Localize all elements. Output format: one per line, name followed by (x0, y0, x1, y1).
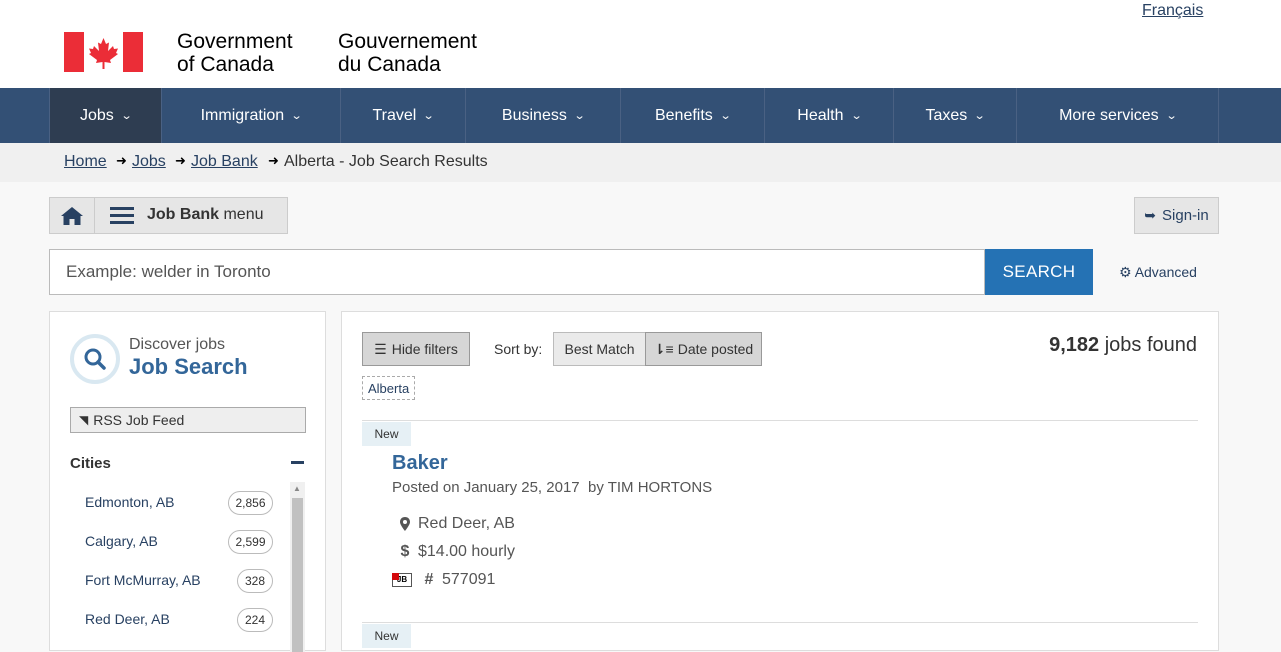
menu-business[interactable]: Business ⌄ (465, 88, 620, 143)
sign-in-icon: ➥ (1144, 207, 1157, 223)
government-of-canada-wordmark: Government of Canada (177, 30, 293, 76)
cities-scrollbar-thumb[interactable] (292, 498, 303, 652)
rss-icon: ◥ (79, 413, 89, 427)
menu-taxes[interactable]: Taxes ⌄ (893, 88, 1016, 143)
hamburger-menu-icon (110, 207, 134, 225)
dollar-icon: $ (400, 543, 410, 560)
city-filter-link[interactable]: Fort McMurray, AB (85, 572, 201, 588)
menu-travel[interactable]: Travel ⌄ (340, 88, 465, 143)
job-search-heading: Job Search (129, 354, 248, 379)
new-badge: New (362, 422, 411, 446)
hash-icon: # (424, 571, 434, 588)
job-salary: $ $14.00 hourly (392, 543, 515, 561)
sign-in-button[interactable]: ➥ Sign-in (1134, 197, 1219, 234)
chevron-down-icon: ⌄ (973, 110, 986, 122)
sort-by-label: Sort by: (494, 341, 543, 357)
sort-date-posted-button[interactable]: ⇂≡ Date posted (645, 332, 762, 366)
job-title-link[interactable]: Baker (392, 452, 448, 475)
menu-more-services[interactable]: More services ⌄ (1016, 88, 1219, 143)
jobs-found-count: 9,182 jobs found (1049, 334, 1197, 356)
job-posted-info: Posted on January 25, 2017 by TIM HORTON… (392, 479, 713, 496)
main-menu-bar: Jobs ⌄ Immigration ⌄ Travel ⌄ Business ⌄ Ben… (0, 88, 1281, 143)
language-toggle-link[interactable]: Français (1142, 2, 1203, 20)
arrow-right-icon: ➜ (268, 153, 279, 168)
collapse-minus-icon[interactable] (291, 461, 304, 464)
menu-health[interactable]: Health ⌄ (764, 88, 893, 143)
new-badge: New (362, 624, 411, 648)
gouvernement-du-canada-wordmark: Gouvernement du Canada (338, 30, 477, 76)
home-icon (61, 206, 83, 225)
discover-jobs-text: Discover jobs (129, 336, 226, 353)
city-filter-link[interactable]: Edmonton, AB (85, 494, 175, 510)
chevron-down-icon: ⌄ (850, 110, 863, 122)
city-filter-link[interactable]: Calgary, AB (85, 533, 158, 549)
job-search-input[interactable] (49, 249, 985, 295)
scroll-up-arrow-icon[interactable]: ▲ (293, 484, 301, 493)
gov-header: Français Government of Canada Gouverneme… (0, 0, 1281, 88)
city-count-badge: 328 (237, 569, 273, 593)
job-location: Red Deer, AB (392, 515, 515, 533)
chevron-down-icon: ⌄ (422, 110, 435, 122)
sort-icon: ⇂≡ (653, 340, 674, 357)
list-icon: ☰ (374, 340, 387, 357)
hide-filters-button[interactable]: ☰ Hide filters (362, 332, 470, 366)
city-count-badge: 224 (237, 608, 273, 632)
city-count-badge: 2,599 (228, 530, 273, 554)
arrow-right-icon: ➜ (116, 153, 127, 168)
city-filter-link[interactable]: Red Deer, AB (85, 611, 170, 627)
map-marker-icon (392, 517, 418, 531)
jobbank-logo-icon: JB (392, 573, 412, 587)
chevron-down-icon: ⌄ (120, 110, 133, 122)
cities-heading[interactable]: Cities (70, 455, 111, 472)
search-button[interactable]: SEARCH (985, 249, 1093, 295)
rss-feed-button[interactable]: ◥ RSS Job Feed (70, 407, 306, 433)
gear-icon: ⚙ (1119, 264, 1132, 280)
breadcrumb: Home ➜ Jobs ➜ Job Bank ➜ Alberta - Job S… (0, 143, 1281, 182)
chevron-down-icon: ⌄ (1165, 110, 1178, 122)
divider (362, 622, 1198, 623)
chevron-down-icon: ⌄ (719, 110, 732, 122)
advanced-search-link[interactable]: ⚙ Advanced (1119, 264, 1197, 281)
jobbank-menu-label: Job Bank menu (147, 206, 264, 223)
menu-jobs[interactable]: Jobs ⌄ (49, 88, 161, 143)
jobbank-menu-button[interactable]: Job Bank menu (49, 197, 288, 234)
sort-best-match-button[interactable]: Best Match (553, 332, 646, 366)
chevron-down-icon: ⌄ (290, 110, 303, 122)
menu-immigration[interactable]: Immigration ⌄ (161, 88, 340, 143)
active-filter-tag[interactable]: Alberta (362, 376, 416, 400)
arrow-right-icon: ➜ (175, 153, 186, 168)
filter-sidebar: Discover jobs Job Search ◥ RSS Job Feed … (49, 311, 326, 652)
breadcrumb-current: Alberta - Job Search Results (284, 153, 488, 170)
breadcrumb-jobs-link[interactable]: Jobs (132, 153, 166, 171)
search-icon (70, 334, 120, 384)
breadcrumb-home-link[interactable]: Home (64, 153, 107, 171)
chevron-down-icon: ⌄ (573, 110, 586, 122)
divider (362, 420, 1198, 421)
results-panel: ☰ Hide filters Sort by: Best Match ⇂≡ Da… (341, 311, 1219, 651)
home-button[interactable] (50, 198, 95, 233)
canada-flag-icon (64, 32, 143, 72)
city-count-badge: 2,856 (228, 491, 273, 515)
job-number: JB # 577091 (392, 571, 495, 589)
breadcrumb-jobbank-link[interactable]: Job Bank (191, 153, 258, 171)
menu-benefits[interactable]: Benefits ⌄ (620, 88, 764, 143)
